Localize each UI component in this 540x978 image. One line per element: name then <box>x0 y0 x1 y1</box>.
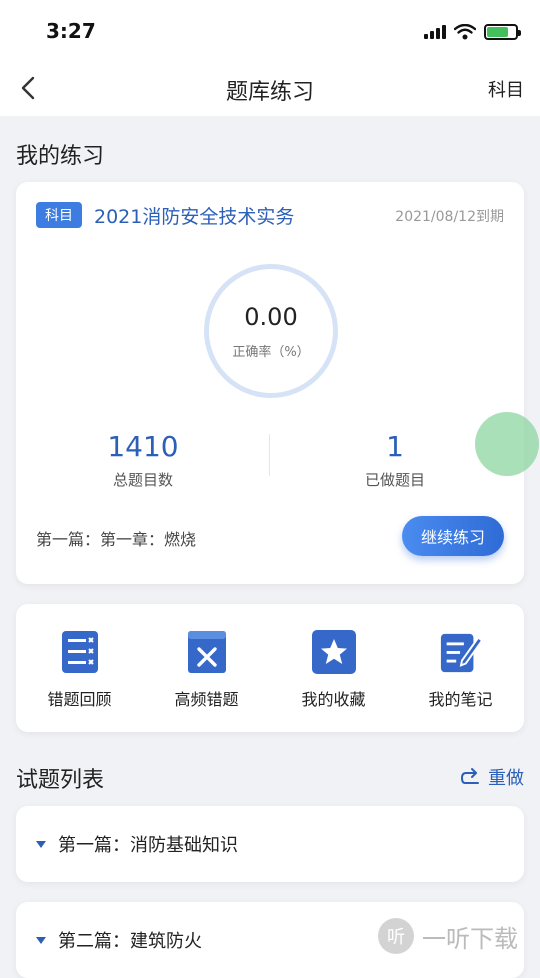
status-time: 3:27 <box>46 19 96 43</box>
tool-label: 我的笔记 <box>428 690 493 709</box>
continue-practice-button[interactable]: 继续练习 <box>402 516 504 556</box>
chapter-item[interactable]: 第一篇：消防基础知识 <box>16 806 524 882</box>
chapter-name: 第二篇：建筑防火 <box>58 931 202 952</box>
signal-icon <box>424 25 446 39</box>
done-questions-label: 已做题目 <box>364 471 425 489</box>
subject-select-button[interactable]: 科目 <box>488 76 524 102</box>
redo-button[interactable]: 重做 <box>460 764 524 790</box>
status-bar: 3:27 <box>0 0 540 60</box>
tool-label: 错题回顾 <box>47 690 112 709</box>
note-edit-icon <box>439 628 483 676</box>
question-list-title: 试题列表 <box>16 768 105 793</box>
accuracy-ring: 0.00 正确率（%） <box>204 264 338 398</box>
done-questions-stat: 1 已做题目 <box>300 430 490 490</box>
tool-my-notes[interactable]: 我的笔记 <box>406 628 516 710</box>
tool-label: 我的收藏 <box>301 690 366 709</box>
battery-icon <box>484 24 521 40</box>
subject-tag: 科目 <box>36 202 82 228</box>
wifi-icon <box>454 24 476 40</box>
tool-frequent-wrong[interactable]: 高频错题 <box>152 628 262 710</box>
tool-my-favorites[interactable]: 我的收藏 <box>279 628 389 710</box>
total-questions-label: 总题目数 <box>112 471 173 489</box>
caret-down-icon <box>36 936 46 944</box>
floating-assistive-ball[interactable] <box>475 412 539 476</box>
book-x-icon <box>185 628 229 676</box>
total-questions-value: 1410 <box>107 430 179 463</box>
list-check-icon <box>58 628 102 676</box>
stat-divider <box>269 434 270 476</box>
practice-card: 科目 2021消防安全技术实务 2021/08/12到期 0.00 正确率（%）… <box>16 182 524 584</box>
current-progress: 第一篇：第一章：燃烧 <box>36 530 197 549</box>
nav-bar: 题库练习 科目 <box>0 60 540 116</box>
done-questions-value: 1 <box>386 430 404 463</box>
total-questions-stat: 1410 总题目数 <box>48 430 238 490</box>
tool-label: 高频错题 <box>174 690 239 709</box>
page-title: 题库练习 <box>225 80 314 105</box>
chapter-name: 第一篇：消防基础知识 <box>58 835 238 856</box>
caret-down-icon <box>36 840 46 848</box>
redo-icon <box>460 768 479 784</box>
accuracy-label: 正确率（%） <box>232 344 310 360</box>
tool-wrong-review[interactable]: 错题回顾 <box>25 628 135 710</box>
tools-card: 错题回顾 高频错题 我的收藏 我的笔记 <box>16 604 524 732</box>
my-practice-title: 我的练习 <box>16 144 105 169</box>
subject-name: 2021消防安全技术实务 <box>94 206 295 228</box>
expire-date: 2021/08/12到期 <box>395 209 504 225</box>
watermark-text: 一听下载 <box>422 924 518 953</box>
redo-label: 重做 <box>488 768 524 789</box>
accuracy-value: 0.00 <box>244 302 298 331</box>
status-icons <box>424 22 521 42</box>
watermark: 听 一听下载 <box>378 918 518 954</box>
star-icon <box>311 628 356 676</box>
watermark-logo: 听 <box>378 918 414 954</box>
